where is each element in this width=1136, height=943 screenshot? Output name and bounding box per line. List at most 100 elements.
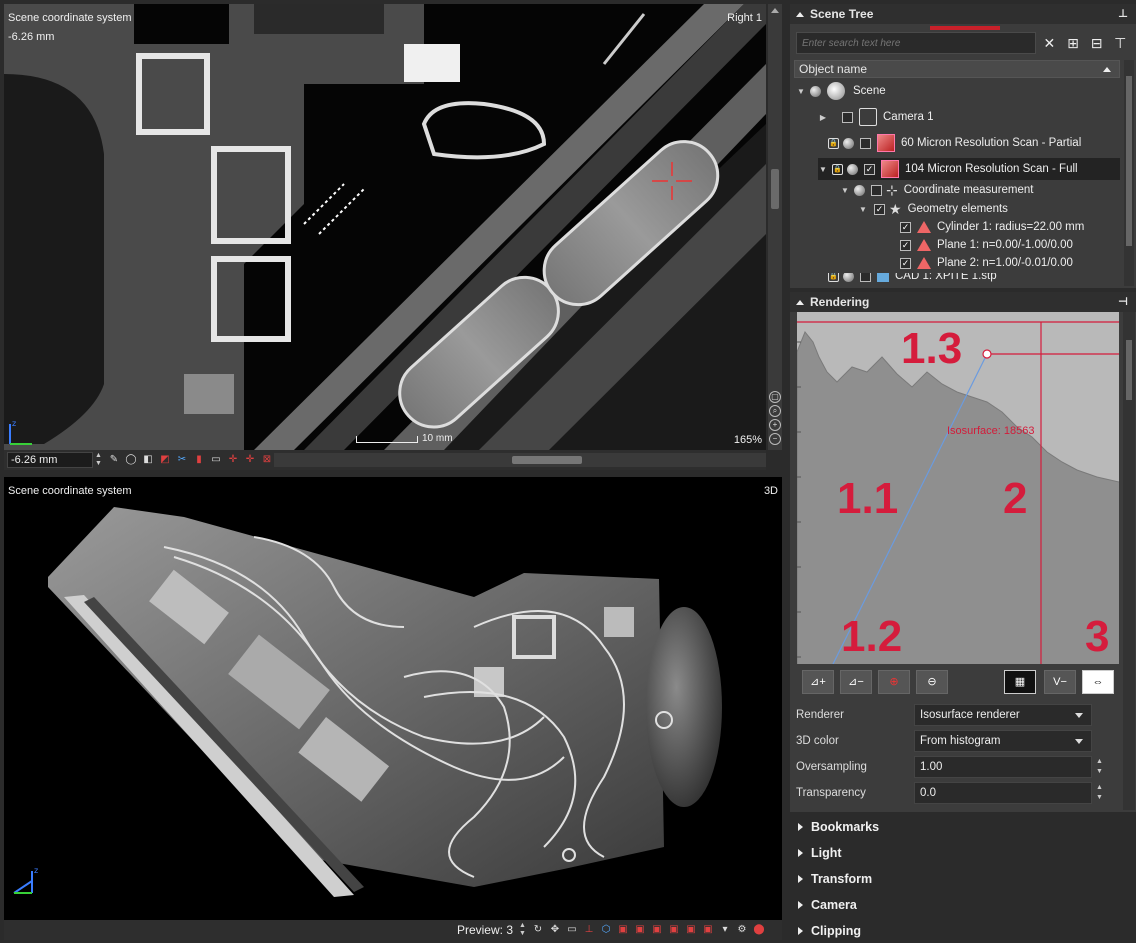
grid-icon[interactable]: ▦ — [1004, 670, 1036, 694]
checkbox[interactable] — [860, 137, 871, 149]
tree-row-cad[interactable]: 🔒 CAD 1: XPITE 1.stp — [824, 273, 997, 282]
camera-panel-header[interactable]: Camera — [790, 894, 1136, 916]
visibility-icon[interactable] — [847, 163, 858, 175]
checkbox[interactable] — [860, 273, 871, 282]
fit-view-icon[interactable]: ▢ — [769, 391, 781, 403]
filter-icon[interactable]: ⊤ — [1110, 35, 1130, 52]
pen-icon[interactable]: ✎ — [107, 453, 121, 467]
settings-icon[interactable]: ⚙ — [735, 923, 749, 937]
expand-all-icon[interactable]: ⊞ — [1063, 35, 1083, 52]
checkbox[interactable] — [842, 111, 853, 123]
renderer-select[interactable]: Isosurface renderer — [914, 704, 1092, 726]
plane-icon[interactable]: ◩ — [158, 453, 172, 467]
light-panel-header[interactable]: Light — [790, 842, 1136, 864]
checkbox-checked[interactable]: ✓ — [900, 239, 911, 251]
crosshair-alt-icon[interactable]: ✛ — [243, 453, 257, 467]
value-icon[interactable]: V− — [1044, 670, 1076, 694]
visibility-icon[interactable] — [810, 85, 821, 97]
transparency-input[interactable]: 0.0 — [914, 782, 1092, 804]
crosshair-icon[interactable]: ✛ — [226, 453, 240, 467]
add-point-icon[interactable]: ⊿+ — [802, 670, 834, 694]
expand-icon[interactable]: ▼ — [858, 205, 868, 214]
zoom-icon[interactable]: ⌕ — [769, 405, 781, 417]
tree-row-scene[interactable]: ▼ Scene — [796, 80, 886, 102]
contrast-icon[interactable]: ◧ — [141, 453, 155, 467]
scroll-up-icon[interactable] — [771, 8, 779, 13]
clipping-panel-header[interactable]: Clipping — [790, 920, 1136, 942]
rendering-header[interactable]: Rendering ⊣ — [790, 292, 1136, 312]
clear-search-icon[interactable]: ✕ — [1040, 35, 1060, 52]
scene-tree-header[interactable]: Scene Tree ⊥ — [790, 4, 1136, 30]
oversampling-input[interactable]: 1.00 — [914, 756, 1092, 778]
oversampling-spinner[interactable]: ▲ ▼ — [1096, 757, 1106, 777]
color-select[interactable]: From histogram — [914, 730, 1092, 752]
tree-row-coordinate-measurement[interactable]: ▼ ⊹ Coordinate measurement — [840, 181, 1033, 199]
checkbox-checked[interactable]: ✓ — [874, 203, 885, 215]
view-bottom-icon[interactable]: ▣ — [701, 923, 715, 937]
lock-icon[interactable]: 🔒 — [828, 273, 839, 282]
zoom-in-icon[interactable]: + — [769, 419, 781, 431]
circle-icon[interactable]: ◯ — [124, 453, 138, 467]
view-left-icon[interactable]: ▣ — [650, 923, 664, 937]
slice-viewport[interactable]: Scene coordinate system Right 1 -6.26 mm… — [4, 4, 766, 450]
expand-icon[interactable]: ▼ — [796, 87, 806, 96]
tree-scroll-thumb[interactable] — [1126, 76, 1132, 246]
3d-viewport[interactable]: Scene coordinate system 3D z — [4, 477, 782, 920]
search-input[interactable] — [796, 32, 1036, 54]
add-color-icon[interactable]: ⊕ — [878, 670, 910, 694]
lock-icon[interactable]: 🔒 — [832, 163, 843, 175]
rendering-scrollbar[interactable] — [1123, 312, 1135, 810]
view-top-icon[interactable]: ▣ — [684, 923, 698, 937]
scroll-thumb[interactable] — [771, 169, 779, 209]
collapse-icon[interactable] — [796, 299, 804, 305]
hscroll-thumb[interactable] — [512, 456, 582, 464]
collapse-all-icon[interactable]: ⊟ — [1087, 35, 1107, 52]
view-right-icon[interactable]: ▣ — [667, 923, 681, 937]
visibility-icon[interactable] — [843, 137, 854, 149]
cube-icon[interactable]: ⬡ — [599, 923, 613, 937]
fit-range-icon[interactable]: ⇔ — [1082, 670, 1114, 694]
depth-field[interactable]: -6.26 mm — [7, 452, 93, 468]
view-menu-icon[interactable]: ▾ — [718, 923, 732, 937]
transparency-spinner[interactable]: ▲ ▼ — [1096, 783, 1106, 803]
rendering-scroll-thumb[interactable] — [1126, 340, 1132, 400]
checkbox-checked[interactable]: ✓ — [864, 163, 875, 175]
tree-row-scan-partial[interactable]: 🔒 60 Micron Resolution Scan - Partial — [824, 132, 1081, 154]
expand-icon[interactable] — [798, 901, 803, 909]
slice-vertical-scrollbar[interactable] — [768, 4, 782, 450]
marker-icon[interactable]: ▮ — [192, 453, 206, 467]
bookmarks-panel-header[interactable]: Bookmarks — [790, 816, 1136, 838]
tree-row-camera[interactable]: ▶ Camera 1 — [818, 106, 934, 128]
visibility-icon[interactable] — [854, 184, 865, 196]
slice-horizontal-scrollbar[interactable] — [274, 453, 766, 467]
ruler-icon[interactable]: ▭ — [209, 453, 223, 467]
axes-icon[interactable]: ⊥ — [582, 923, 596, 937]
scissors-icon[interactable]: ✂ — [175, 453, 189, 467]
lock-icon[interactable]: 🔒 — [828, 137, 839, 149]
move-icon[interactable]: ✥ — [548, 923, 562, 937]
transform-panel-header[interactable]: Transform — [790, 868, 1136, 890]
expand-icon[interactable]: ▶ — [818, 113, 828, 122]
checkbox-checked[interactable]: ✓ — [900, 257, 911, 269]
expand-icon[interactable]: ▼ — [840, 186, 850, 195]
crop-icon[interactable]: ⊠ — [260, 453, 274, 467]
expand-icon[interactable] — [798, 875, 803, 883]
sort-icon[interactable] — [1103, 67, 1111, 72]
tree-row-scan-full[interactable]: ▼ 🔒 ✓ 104 Micron Resolution Scan - Full — [818, 158, 1120, 180]
rotate-icon[interactable]: ↻ — [531, 923, 545, 937]
expand-icon[interactable]: ▼ — [818, 165, 828, 174]
tree-row-cylinder[interactable]: ✓ Cylinder 1: radius=22.00 mm — [894, 218, 1084, 236]
visibility-icon[interactable] — [843, 273, 854, 282]
stop-icon[interactable]: ⬤ — [752, 923, 766, 937]
checkbox[interactable] — [871, 184, 882, 196]
tree-row-plane-1[interactable]: ✓ Plane 1: n=0.00/-1.00/0.00 — [894, 236, 1073, 254]
expand-icon[interactable] — [798, 849, 803, 857]
depth-spinner[interactable]: ▲ ▼ — [95, 452, 104, 468]
pin-icon[interactable]: ⊣ — [1118, 295, 1128, 308]
tree-scrollbar[interactable] — [1124, 60, 1134, 286]
tree-row-geometry-elements[interactable]: ▼ ✓ ★ Geometry elements — [858, 200, 1008, 218]
zoom-out-icon[interactable]: − — [769, 433, 781, 445]
ruler-3d-icon[interactable]: ▭ — [565, 923, 579, 937]
remove-color-icon[interactable]: ⊖ — [916, 670, 948, 694]
checkbox-checked[interactable]: ✓ — [900, 221, 911, 233]
